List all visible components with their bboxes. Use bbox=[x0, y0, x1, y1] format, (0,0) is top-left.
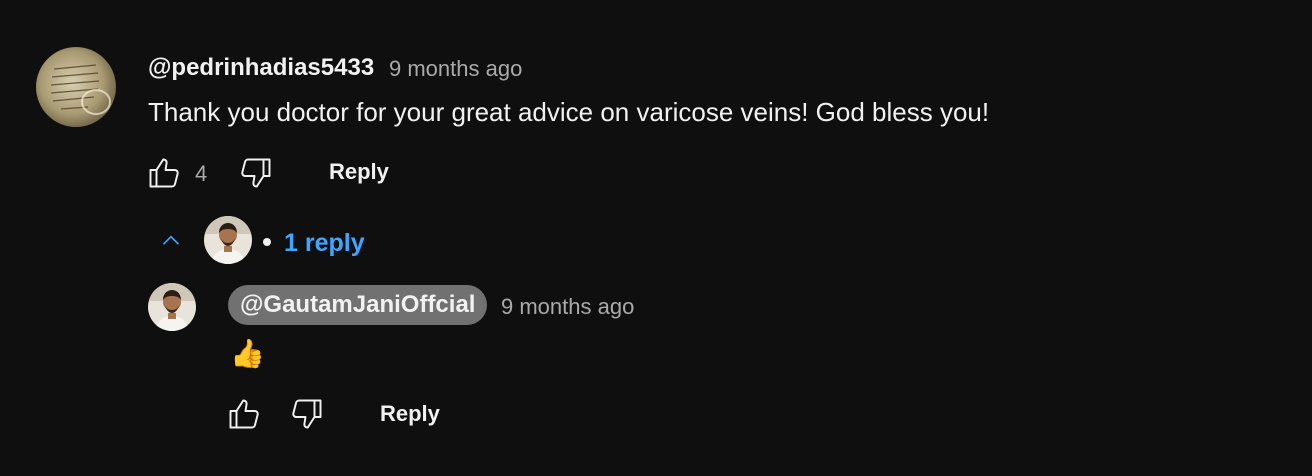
thumbs-down-icon bbox=[241, 158, 271, 188]
comment-text: Thank you doctor for your great advice o… bbox=[148, 97, 990, 127]
dislike-button[interactable] bbox=[236, 153, 276, 193]
reply-author-avatar[interactable] bbox=[148, 283, 196, 331]
reply-count-label[interactable]: 1 reply bbox=[284, 229, 365, 258]
commenter-avatar[interactable] bbox=[36, 47, 116, 127]
thumbs-down-icon bbox=[292, 399, 322, 429]
reply-like-button[interactable] bbox=[224, 394, 264, 434]
reply-author-mini-avatar bbox=[204, 216, 252, 264]
reply-reply-button[interactable]: Reply bbox=[380, 401, 440, 427]
chevron-up-icon bbox=[162, 235, 180, 245]
reply-author-chip[interactable]: @GautamJaniOffcial bbox=[228, 285, 488, 325]
thumbs-up-icon bbox=[149, 158, 179, 188]
reply-button[interactable]: Reply bbox=[329, 159, 389, 185]
replies-toggle[interactable]: 1 reply bbox=[150, 212, 380, 268]
reply-dislike-button[interactable] bbox=[287, 394, 327, 434]
comment-time[interactable]: 9 months ago bbox=[389, 56, 522, 82]
like-button[interactable] bbox=[144, 153, 184, 193]
reply-text: 👍 bbox=[230, 338, 265, 369]
thumbs-up-icon bbox=[229, 399, 259, 429]
separator-dot bbox=[263, 238, 271, 246]
like-count: 4 bbox=[195, 161, 208, 186]
comment-author[interactable]: @pedrinhadias5433 bbox=[148, 54, 374, 82]
comments-section: @pedrinhadias5433 9 months ago Thank you… bbox=[0, 0, 1312, 476]
reply-time[interactable]: 9 months ago bbox=[501, 294, 634, 320]
